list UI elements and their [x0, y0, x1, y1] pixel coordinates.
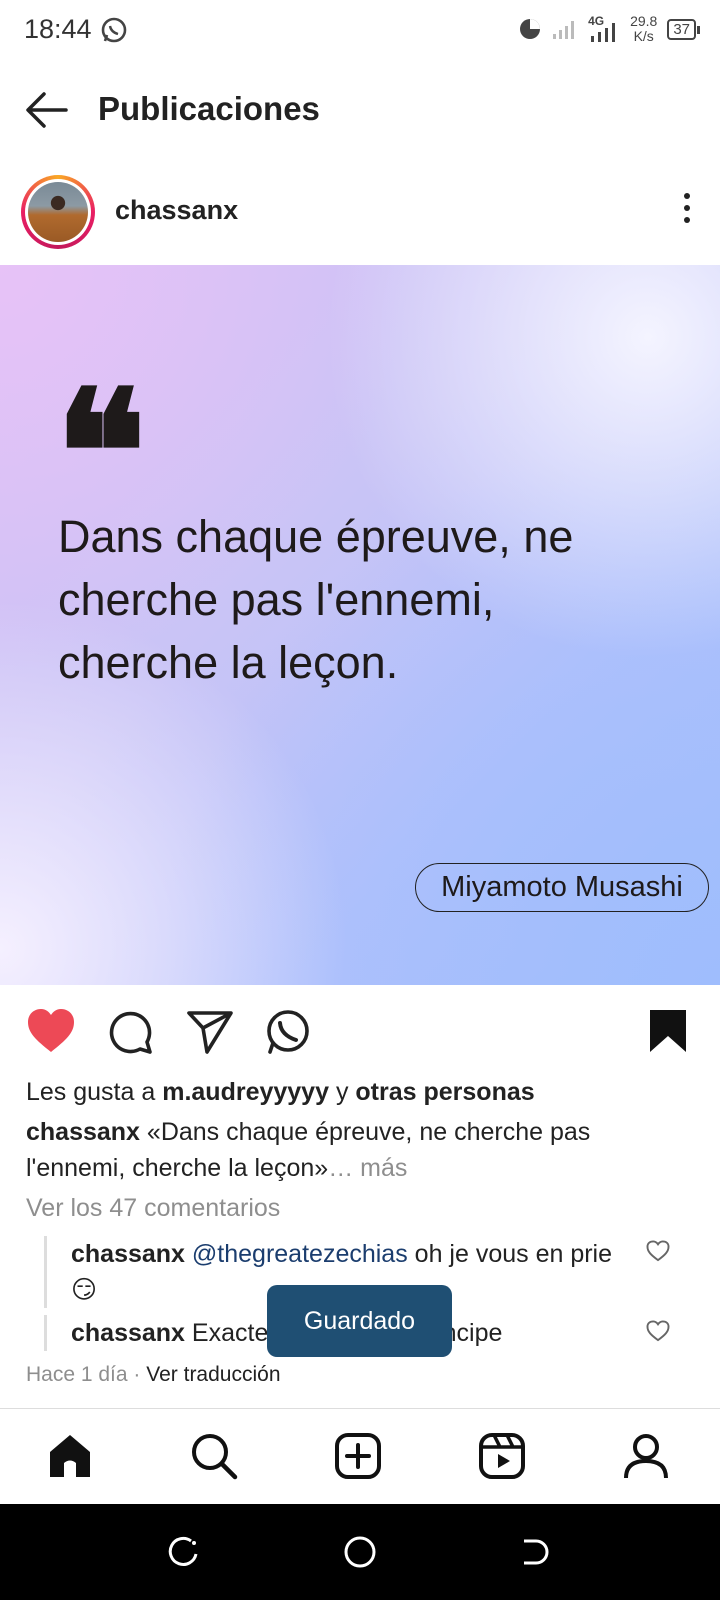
send-icon[interactable] — [186, 1008, 234, 1056]
recents-icon[interactable] — [167, 1536, 199, 1568]
comment-like-icon[interactable] — [646, 1320, 670, 1342]
other-likers[interactable]: otras personas — [355, 1078, 534, 1106]
more-options-icon[interactable] — [684, 193, 692, 229]
post-time: Hace 1 día — [26, 1363, 128, 1386]
system-nav-bar — [0, 1504, 720, 1600]
network-speed: 29.8 K/s — [630, 13, 658, 44]
status-icons: 4G 29.8 K/s 37 — [518, 13, 700, 44]
home-icon[interactable] — [46, 1432, 94, 1480]
whatsapp-notification-icon — [101, 17, 127, 43]
comment-username[interactable]: chassanx — [71, 1240, 185, 1268]
signal-icon — [553, 21, 575, 39]
view-comments-link[interactable]: Ver los 47 comentarios — [26, 1194, 280, 1223]
translate-link[interactable]: Ver traducción — [146, 1363, 280, 1386]
quote-author: Miyamoto Musashi — [415, 863, 709, 912]
battery-indicator: 37 — [667, 18, 700, 40]
profile-icon[interactable] — [622, 1432, 670, 1480]
liker-username[interactable]: m.audreyyyyy — [162, 1078, 329, 1106]
comment-username[interactable]: chassanx — [71, 1319, 185, 1347]
comment-mention[interactable]: @thegreatezechias — [192, 1240, 408, 1268]
comment-text: oh je vous en prie — [407, 1240, 613, 1268]
quote-text: Dans chaque épreuve, ne cherche pas l'en… — [58, 505, 678, 694]
divider — [0, 1408, 720, 1409]
quote-line: cherche pas l'ennemi, — [58, 574, 495, 625]
bookmark-icon[interactable] — [648, 1008, 688, 1054]
reels-icon[interactable] — [478, 1432, 526, 1480]
post-caption: chassanx «Dans chaque épreuve, ne cherch… — [26, 1114, 666, 1186]
data-saver-icon — [520, 19, 541, 39]
caption-more-link[interactable]: … más — [328, 1154, 407, 1182]
quote-line: Dans chaque épreuve, ne — [58, 511, 574, 562]
caption-username[interactable]: chassanx — [26, 1118, 140, 1146]
search-icon[interactable] — [190, 1432, 238, 1480]
comment-icon[interactable] — [106, 1008, 154, 1056]
saved-toast: Guardado — [267, 1285, 452, 1357]
page-title: Publicaciones — [98, 90, 320, 127]
signal-4g-icon: 4G — [588, 14, 620, 42]
comment-like-icon[interactable] — [646, 1240, 670, 1262]
avatar[interactable] — [21, 175, 95, 249]
back-arrow-icon[interactable] — [24, 90, 70, 130]
add-icon[interactable] — [334, 1432, 382, 1480]
status-time: 18:44 — [24, 14, 92, 44]
back-button-icon[interactable] — [520, 1536, 552, 1568]
post-username[interactable]: chassanx — [115, 195, 238, 226]
home-button-icon[interactable] — [343, 1535, 377, 1569]
likes-summary[interactable]: Les gusta a m.audreyyyyy y otras persona… — [26, 1078, 535, 1107]
whatsapp-icon[interactable] — [264, 1008, 312, 1056]
comment-emoji: 😏 — [71, 1276, 98, 1304]
heart-icon[interactable] — [26, 1008, 76, 1054]
post-meta: Hace 1 día · Ver traducción — [26, 1363, 281, 1386]
quote-line: cherche la leçon. — [58, 637, 399, 688]
